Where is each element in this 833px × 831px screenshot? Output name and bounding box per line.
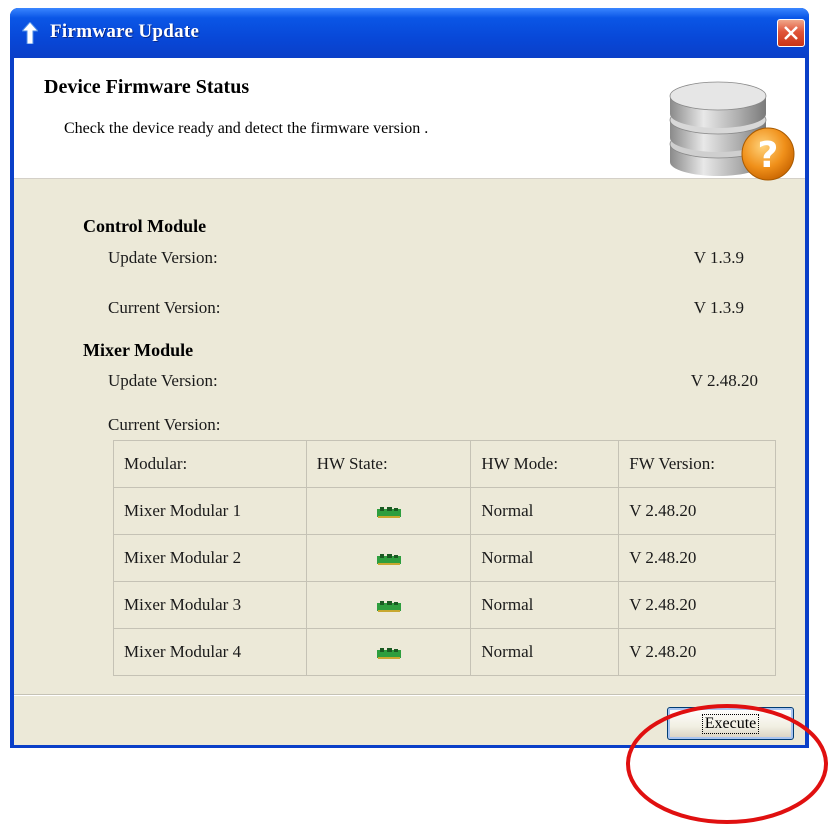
fw-version: V 2.48.20 [618,534,776,582]
column-header: HW State: [305,440,472,488]
fw-version: V 2.48.20 [618,487,776,535]
fw-version: V 2.48.20 [618,628,776,676]
control-current-value: V 1.3.9 [693,298,744,317]
board-icon [376,600,401,612]
modular-name: Mixer Modular 2 [113,534,307,582]
column-header: Modular: [113,440,307,488]
close-icon [784,26,798,40]
mixer-update-value: V 2.48.20 [690,371,758,390]
table-row: Mixer Modular 3 Normal V 2.48.20 [113,581,776,629]
control-update-value: V 1.3.9 [693,248,744,267]
board-icon [376,553,401,565]
hw-state-cell [305,581,472,629]
mixer-current-label: Current Version: [108,415,221,434]
table-row: Mixer Modular 1 Normal V 2.48.20 [113,487,776,535]
database-question-icon: ? [669,81,795,181]
dialog-client-area: Device Firmware Status Check the device … [14,58,805,745]
hw-mode: Normal [470,581,620,629]
modular-name: Mixer Modular 3 [113,581,307,629]
up-arrow-icon [22,22,38,44]
annotation-circle [626,704,828,824]
mixer-update-label: Update Version: [108,371,218,390]
column-header: FW Version: [618,440,776,488]
modular-name: Mixer Modular 4 [113,628,307,676]
hw-state-cell [305,534,472,582]
mixer-module-title: Mixer Module [83,340,194,360]
hw-mode: Normal [470,628,620,676]
fw-version: V 2.48.20 [618,581,776,629]
hw-state-cell [305,487,472,535]
control-update-label: Update Version: [108,248,218,267]
close-button[interactable] [777,19,805,47]
table-header-row: Modular: HW State: HW Mode: FW Version: [113,440,776,488]
header-title: Device Firmware Status [44,76,250,98]
firmware-update-window: Firmware Update Device Firmware Status C… [10,8,809,748]
board-icon [376,506,401,518]
header-panel: Device Firmware Status Check the device … [14,58,805,181]
hw-mode: Normal [470,487,620,535]
hw-mode: Normal [470,534,620,582]
window-title: Firmware Update [50,21,200,42]
header-subtitle: Check the device ready and detect the fi… [64,120,429,137]
table-row: Mixer Modular 2 Normal V 2.48.20 [113,534,776,582]
hw-state-cell [305,628,472,676]
board-icon [376,647,401,659]
svg-text:?: ? [758,135,779,176]
control-module-title: Control Module [83,216,207,236]
control-current-label: Current Version: [108,298,221,317]
table-row: Mixer Modular 4 Normal V 2.48.20 [113,628,776,676]
title-bar[interactable]: Firmware Update [10,8,809,58]
firmware-table: Modular: HW State: HW Mode: FW Version: … [113,440,776,676]
column-header: HW Mode: [470,440,620,488]
modular-name: Mixer Modular 1 [113,487,307,535]
